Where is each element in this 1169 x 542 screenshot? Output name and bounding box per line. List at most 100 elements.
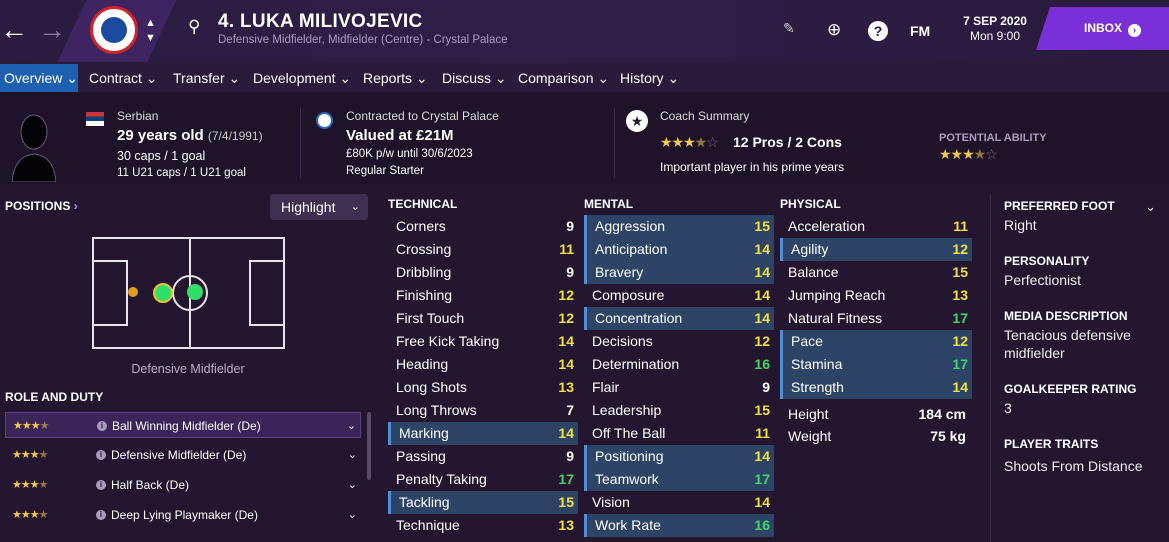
tab-development[interactable]: Development ⌄ [253, 70, 351, 87]
attribute-row[interactable]: Natural Fitness 17 [780, 307, 972, 330]
serbia-flag-icon [86, 112, 104, 126]
attribute-value: 13 [952, 287, 968, 303]
attribute-row[interactable]: Decisions 12 [584, 330, 774, 353]
attribute-name: Dribbling [396, 264, 452, 280]
chevron-down-icon[interactable]: ▼ [145, 32, 156, 44]
tab-transfer[interactable]: Transfer ⌄ [173, 70, 240, 87]
role-stars: ★★★★ [13, 420, 49, 432]
attribute-row[interactable]: Anticipation 14 [584, 238, 774, 261]
attribute-name: Strength [791, 379, 844, 395]
attribute-row[interactable]: Long Throws 7 [388, 399, 578, 422]
attribute-row[interactable]: Penalty Taking 17 [388, 468, 578, 491]
info-icon[interactable]: i [96, 510, 106, 520]
attribute-row[interactable]: Technique 13 [388, 514, 578, 537]
attribute-name: Long Throws [396, 402, 477, 418]
attribute-name: Leadership [592, 402, 662, 418]
weight-label: Weight [788, 428, 832, 444]
attribute-row[interactable]: Jumping Reach 13 [780, 284, 972, 307]
attribute-name: Jumping Reach [788, 287, 886, 303]
attribute-row[interactable]: Composure 14 [584, 284, 774, 307]
tab-reports[interactable]: Reports ⌄ [363, 70, 428, 87]
attribute-name: Pace [791, 333, 823, 349]
technical-label: TECHNICAL [388, 197, 458, 211]
chevron-down-icon[interactable]: ⌄ [348, 442, 357, 468]
attribute-row[interactable]: Stamina 17 [780, 353, 972, 376]
tab-comparison[interactable]: Comparison ⌄ [518, 70, 609, 87]
weight-value: 75 kg [930, 428, 966, 444]
attribute-row[interactable]: Crossing 11 [388, 238, 578, 261]
attribute-value: 14 [952, 379, 968, 395]
attribute-value: 14 [754, 448, 770, 464]
attribute-row[interactable]: Finishing 12 [388, 284, 578, 307]
search-icon[interactable]: ⚲ [188, 17, 200, 37]
attribute-row[interactable]: Agility 12 [780, 238, 972, 261]
attribute-row[interactable]: Strength 14 [780, 376, 972, 399]
role-stars: ★★★★ [12, 479, 48, 491]
globe-icon[interactable]: ⊕ [827, 20, 841, 40]
fm-button[interactable]: FM [910, 23, 930, 39]
attribute-row[interactable]: First Touch 12 [388, 307, 578, 330]
potential-ability-label: POTENTIAL ABILITY [939, 132, 1047, 144]
attribute-row[interactable]: Passing 9 [388, 445, 578, 468]
attribute-row[interactable]: Bravery 14 [584, 261, 774, 284]
tab-contract[interactable]: Contract ⌄ [89, 70, 158, 87]
info-icon[interactable]: i [97, 421, 107, 431]
chevron-down-icon[interactable]: ⌄ [348, 502, 357, 528]
tab-overview[interactable]: Overview ⌄ [0, 64, 78, 92]
player-silhouette-icon [12, 114, 56, 182]
club-crest-icon[interactable] [90, 6, 138, 54]
role-item[interactable]: ★★★★ i Half Back (De) ⌄ [5, 472, 361, 498]
help-icon[interactable]: ? [868, 21, 888, 41]
attribute-row[interactable]: Heading 14 [388, 353, 578, 376]
attribute-name: Crossing [396, 241, 452, 257]
attribute-row[interactable]: Tackling 15 [388, 491, 578, 514]
attribute-row[interactable]: Work Rate 16 [584, 514, 774, 537]
game-date[interactable]: 7 SEP 2020 Mon 9:00 [950, 14, 1040, 44]
position-dot-dm [153, 283, 173, 303]
attribute-row[interactable]: Free Kick Taking 14 [388, 330, 578, 353]
tab-history[interactable]: History ⌄ [620, 70, 679, 87]
attribute-row[interactable]: Pace 12 [780, 330, 972, 353]
forward-arrow-icon[interactable]: → [38, 16, 66, 44]
roles-scrollbar[interactable] [367, 412, 371, 480]
attribute-row[interactable]: Teamwork 17 [584, 468, 774, 491]
attribute-value: 14 [558, 333, 574, 349]
back-arrow-icon[interactable]: ← [0, 16, 28, 44]
tab-discuss[interactable]: Discuss ⌄ [442, 70, 507, 87]
attribute-row[interactable]: Acceleration 11 [780, 215, 972, 238]
role-item[interactable]: ★★★★ i Ball Winning Midfielder (De) ⌄ [5, 412, 361, 438]
attribute-value: 12 [952, 333, 968, 349]
inbox-button[interactable]: INBOX › [1036, 7, 1169, 50]
chevron-down-icon[interactable]: ⌄ [347, 413, 356, 439]
chevron-down-icon[interactable]: ⌄ [348, 472, 357, 498]
attribute-row[interactable]: Corners 9 [388, 215, 578, 238]
mental-label: MENTAL [584, 197, 634, 211]
attribute-row[interactable]: Concentration 14 [584, 307, 774, 330]
attribute-row[interactable]: Dribbling 9 [388, 261, 578, 284]
u21-caps: 11 U21 caps / 1 U21 goal [117, 167, 246, 179]
edit-icon[interactable]: ✎ [783, 20, 795, 37]
chevron-up-icon[interactable]: ▲ [145, 17, 156, 29]
attribute-row[interactable]: Vision 14 [584, 491, 774, 514]
pros-cons[interactable]: 12 Pros / 2 Cons [733, 134, 842, 150]
attribute-name: Aggression [595, 218, 666, 234]
attribute-row[interactable]: Long Shots 13 [388, 376, 578, 399]
attribute-row[interactable]: Determination 16 [584, 353, 774, 376]
attribute-row[interactable]: Positioning 14 [584, 445, 774, 468]
role-item[interactable]: ★★★★ i Defensive Midfielder (De) ⌄ [5, 442, 361, 468]
attribute-row[interactable]: Balance 15 [780, 261, 972, 284]
attribute-row[interactable]: Marking 14 [388, 422, 578, 445]
attribute-row[interactable]: Leadership 15 [584, 399, 774, 422]
positions-label[interactable]: POSITIONS › [5, 199, 78, 213]
attribute-row[interactable]: Off The Ball 11 [584, 422, 774, 445]
attribute-row[interactable]: Flair 9 [584, 376, 774, 399]
highlight-dropdown[interactable]: Highlight ⌄ [270, 194, 368, 220]
role-item[interactable]: ★★★★ i Deep Lying Playmaker (De) ⌄ [5, 502, 361, 528]
chevron-down-icon[interactable]: ⌄ [1145, 199, 1156, 215]
info-icon[interactable]: i [96, 480, 106, 490]
player-trait[interactable]: Shoots From Distance [1004, 457, 1143, 475]
attribute-value: 14 [558, 356, 574, 372]
attribute-name: Off The Ball [592, 425, 666, 441]
info-icon[interactable]: i [96, 450, 106, 460]
attribute-row[interactable]: Aggression 15 [584, 215, 774, 238]
